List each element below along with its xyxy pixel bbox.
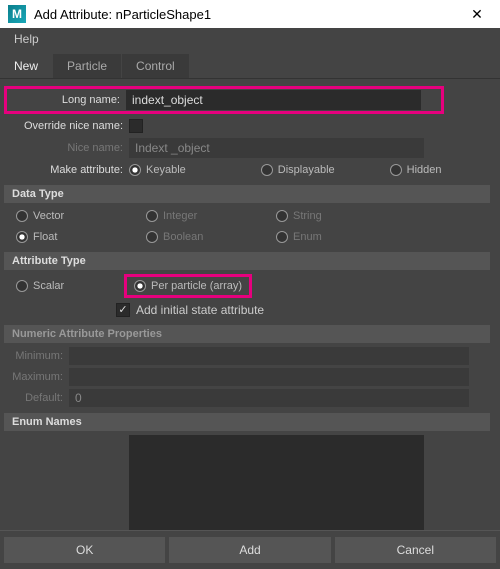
nice-name-input: [129, 138, 424, 158]
tab-particle[interactable]: Particle: [53, 54, 121, 78]
enum-names-listbox[interactable]: [129, 435, 424, 530]
maximum-input: [69, 368, 469, 386]
maximum-label: Maximum:: [4, 371, 69, 383]
titlebar: M Add Attribute: nParticleShape1 ✕: [0, 0, 500, 28]
maya-logo-icon: M: [8, 5, 26, 23]
radio-scalar[interactable]: Scalar: [16, 280, 104, 292]
attribute-type-header: Attribute Type: [4, 252, 490, 270]
long-name-label: Long name:: [8, 94, 126, 106]
radio-vector[interactable]: Vector: [16, 210, 126, 222]
tab-bar: New Particle Control: [0, 54, 500, 79]
minimum-input: [69, 347, 469, 365]
button-bar: OK Add Cancel: [0, 530, 500, 569]
default-input: [69, 389, 469, 407]
add-initial-state-checkbox[interactable]: [116, 303, 130, 317]
radio-hidden[interactable]: Hidden: [390, 164, 442, 176]
menubar: Help: [0, 28, 500, 50]
radio-boolean[interactable]: Boolean: [146, 231, 256, 243]
long-name-input[interactable]: [126, 90, 421, 110]
default-label: Default:: [4, 392, 69, 404]
tab-new[interactable]: New: [0, 54, 52, 78]
nice-name-label: Nice name:: [4, 142, 129, 154]
cancel-button[interactable]: Cancel: [335, 537, 496, 563]
tab-control[interactable]: Control: [122, 54, 189, 78]
highlight-long-name: Long name:: [4, 86, 444, 114]
ok-button[interactable]: OK: [4, 537, 165, 563]
enum-names-header: Enum Names: [4, 413, 490, 431]
close-icon[interactable]: ✕: [462, 6, 492, 23]
add-initial-state-label: Add initial state attribute: [136, 303, 264, 317]
radio-string[interactable]: String: [276, 210, 322, 222]
radio-displayable[interactable]: Displayable: [261, 164, 335, 176]
add-button[interactable]: Add: [169, 537, 330, 563]
override-nice-name-checkbox[interactable]: [129, 119, 143, 133]
override-nice-name-label: Override nice name:: [4, 120, 129, 132]
radio-keyable[interactable]: Keyable: [129, 164, 186, 176]
radio-integer[interactable]: Integer: [146, 210, 256, 222]
numeric-props-header: Numeric Attribute Properties: [4, 325, 490, 343]
minimum-label: Minimum:: [4, 350, 69, 362]
highlight-per-particle: Per particle (array): [124, 274, 252, 298]
make-attribute-label: Make attribute:: [4, 164, 129, 176]
radio-per-particle[interactable]: Per particle (array): [128, 278, 248, 294]
radio-enum[interactable]: Enum: [276, 231, 322, 243]
radio-float[interactable]: Float: [16, 231, 126, 243]
window-title: Add Attribute: nParticleShape1: [34, 7, 462, 22]
data-type-header: Data Type: [4, 185, 490, 203]
menu-help[interactable]: Help: [8, 30, 45, 48]
